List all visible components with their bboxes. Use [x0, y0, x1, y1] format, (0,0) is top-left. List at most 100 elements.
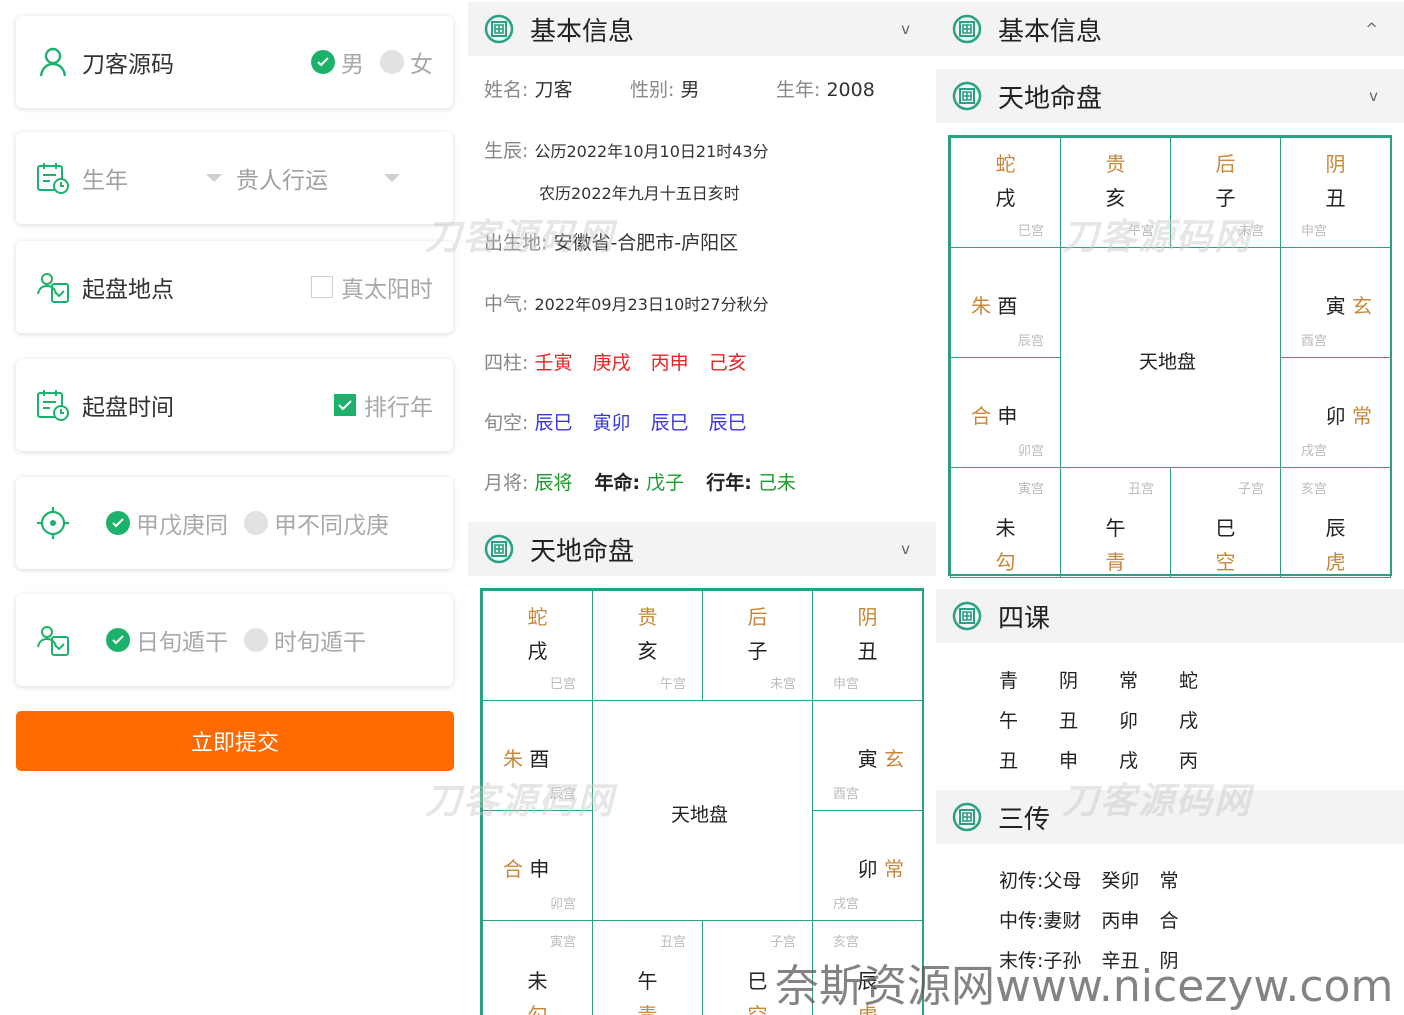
palace-god-branch: 朱 酉	[971, 290, 1017, 319]
palace-branch-god: 卯 常	[858, 853, 904, 882]
chevron-down-icon	[384, 174, 400, 182]
info-lunar: 农历2022年九月十五日亥时	[539, 184, 740, 203]
section-title: 天地命盘	[530, 536, 635, 567]
palace-gong: 丑宫	[659, 935, 686, 950]
submit-button[interactable]: 立即提交	[16, 711, 454, 771]
xunkong-hour: 辰巳	[708, 412, 747, 434]
check-icon	[106, 628, 130, 652]
name-card[interactable]: 刀客源码 男 女	[16, 16, 453, 108]
palace-gong: 未宫	[769, 677, 796, 692]
taiji-logo-icon	[952, 81, 982, 111]
xunkong-key: 旬空:	[484, 412, 529, 434]
info-gender: 性别: 男	[630, 75, 699, 102]
rule2-opt1-radio[interactable]: 日旬遁干	[106, 623, 228, 657]
palace-god: 玄	[884, 747, 904, 771]
solar-date: 公历2022年10月10日21时43分	[534, 142, 769, 161]
palace-cell: 阴丑申宫	[812, 590, 923, 701]
palace-god: 虎	[1325, 550, 1346, 574]
palace-gong: 卯宫	[1017, 444, 1044, 459]
name-input[interactable]: 刀客源码	[82, 45, 174, 79]
palace-branch: 酉	[523, 747, 550, 771]
gender-male-radio[interactable]: 男	[311, 45, 364, 79]
solar-time-checkbox[interactable]: 真太阳时	[311, 270, 433, 304]
section-board-right[interactable]: 天地命盘 v	[936, 69, 1404, 123]
check-icon	[311, 50, 335, 74]
palace-god: 空	[1215, 550, 1236, 574]
board-right: 蛇戌巳宫贵亥午宫后子未宫阴丑申宫朱 酉辰宫合 申卯宫寅 玄酉宫卯 常戌宫 寅宫未勾…	[948, 135, 1392, 578]
chevron-down-icon[interactable]: v	[1369, 87, 1378, 105]
lesson-char: 阴	[1059, 670, 1079, 692]
palace-god: 阴	[857, 605, 878, 629]
section-title: 基本信息	[998, 16, 1103, 47]
palace-gong: 亥宫	[1301, 482, 1328, 497]
trans-relation: 父母	[1043, 870, 1082, 892]
taiji-logo-icon	[952, 14, 982, 44]
palace-gong: 寅宫	[1017, 482, 1044, 497]
taiji-logo-icon	[952, 601, 982, 631]
trans-row: 中传:妻财 丙申合	[999, 906, 1178, 933]
section-four-lessons[interactable]: 四课	[936, 589, 1404, 643]
palace-gong: 酉宫	[1301, 334, 1328, 349]
year-label: 排行年	[364, 395, 433, 421]
year-checkbox[interactable]: 排行年	[334, 388, 433, 422]
rule1-opt2-radio[interactable]: 甲不同戊庚	[244, 506, 389, 540]
form-panel: 刀客源码 男 女 生年 贵人行运 起盘地点 真太阳时 起盘时间 排行年 甲戊庚同…	[0, 0, 468, 1015]
time-card[interactable]: 起盘时间 排行年	[16, 359, 453, 451]
lesson-char: 常	[1119, 670, 1139, 692]
board-center-label: 天地盘	[671, 804, 729, 826]
pillar-month: 庚戌	[592, 352, 631, 374]
palace-cell: 蛇戌巳宫	[482, 590, 593, 701]
taiji-logo-icon	[484, 14, 514, 44]
fortune-select[interactable]: 贵人行运	[236, 161, 328, 195]
palace-god: 后	[1215, 152, 1236, 176]
birth-year-placeholder: 生年	[82, 168, 128, 194]
pillar-hour: 己亥	[708, 352, 747, 374]
palace-god: 朱	[503, 747, 523, 771]
palace-god: 贵	[1105, 152, 1126, 176]
time-label: 起盘时间	[82, 395, 174, 421]
palace-cell: 合 申卯宫	[482, 810, 593, 921]
xunkong-month: 寅卯	[592, 412, 631, 434]
chevron-down-icon[interactable]: v	[901, 20, 910, 38]
palace-god: 蛇	[995, 152, 1016, 176]
rule1-opt2-label: 甲不同戊庚	[274, 513, 389, 539]
palace-gong: 卯宫	[549, 897, 576, 912]
palace-branch: 未	[995, 516, 1016, 540]
chevron-down-icon[interactable]: v	[901, 540, 910, 558]
section-basic-info-mid[interactable]: 基本信息 v	[468, 2, 936, 56]
palace-branch: 子	[1215, 186, 1236, 210]
palace-gong: 酉宫	[833, 787, 860, 802]
user-card-icon	[36, 270, 70, 304]
rule2-opt2-radio[interactable]: 时旬遁干	[244, 623, 366, 657]
lesson-char: 戌	[1179, 710, 1199, 732]
palace-god: 阴	[1325, 152, 1346, 176]
gender-female-radio[interactable]: 女	[380, 45, 433, 79]
palace-cell: 丑宫午青	[592, 920, 703, 1015]
info-qi: 中气: 2022年09月23日10时27分秋分	[484, 289, 769, 316]
chevron-up-icon[interactable]: ^	[1365, 20, 1378, 38]
palace-cell: 合 申卯宫	[950, 357, 1061, 468]
info-yuejiang: 月将: 辰将 年命: 戊子 行年: 己未	[484, 468, 796, 495]
place-label: 起盘地点	[82, 277, 174, 303]
gender-key: 性别:	[630, 79, 675, 101]
palace-god: 贵	[637, 605, 658, 629]
yuejiang-key: 月将:	[484, 472, 529, 494]
lesson-char: 丙	[1179, 750, 1199, 772]
palace-cell: 蛇戌巳宫	[950, 137, 1061, 248]
rule1-opt1-label: 甲戊庚同	[136, 513, 228, 539]
info-pillars: 四柱: 壬寅 庚戌 丙申 己亥	[484, 348, 747, 375]
palace-god-branch: 朱 酉	[503, 743, 549, 772]
rule1-opt1-radio[interactable]: 甲戊庚同	[106, 506, 228, 540]
section-board-mid[interactable]: 天地命盘 v	[468, 522, 936, 576]
palace-god-branch: 合 申	[971, 400, 1017, 429]
radio-off-icon	[244, 511, 268, 535]
palace-branch: 丑	[857, 639, 878, 663]
trans-ganzhi: 癸卯	[1101, 870, 1140, 892]
birth-card: 生年 贵人行运	[16, 132, 453, 224]
palace-gong: 子宫	[1237, 482, 1264, 497]
place-card[interactable]: 起盘地点 真太阳时	[16, 241, 453, 333]
rule2-card: 日旬遁干 时旬遁干	[16, 594, 453, 686]
xunkong-day: 辰巳	[650, 412, 689, 434]
section-basic-info-right[interactable]: 基本信息 ^	[936, 2, 1404, 56]
birth-year-select[interactable]: 生年	[82, 161, 128, 195]
